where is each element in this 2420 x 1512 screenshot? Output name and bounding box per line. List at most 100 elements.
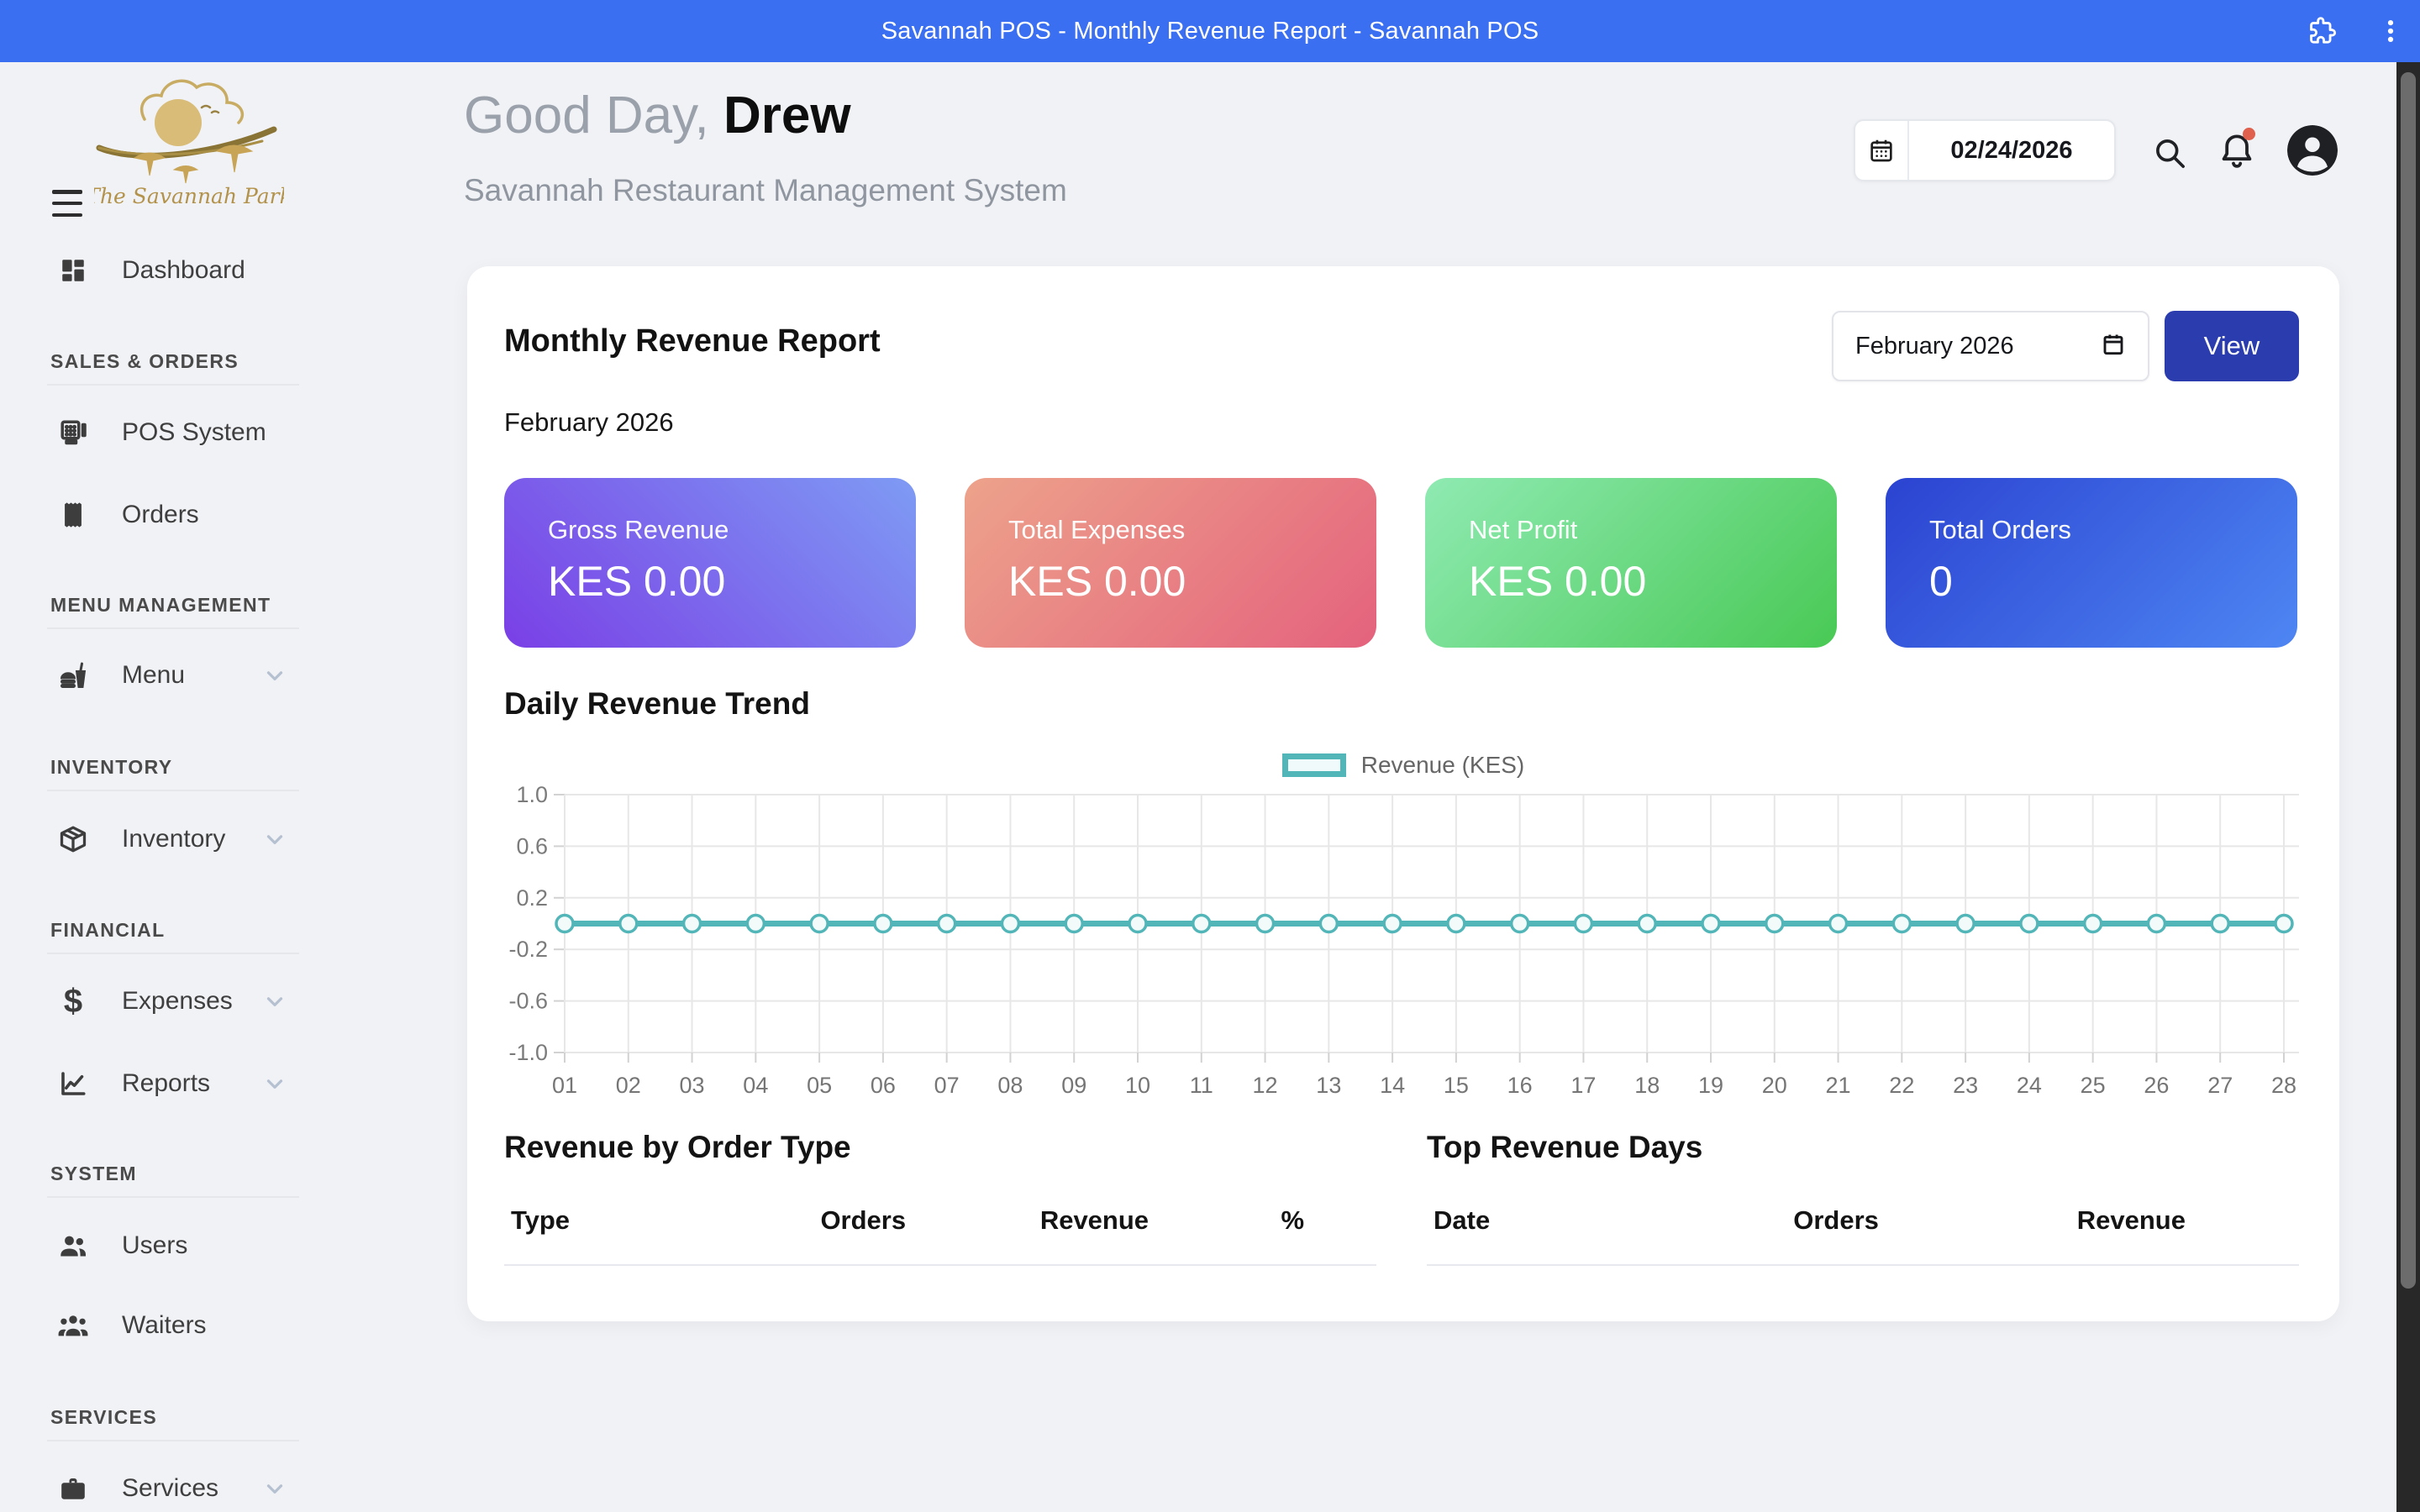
top-revenue-days-table: Top Revenue Days Date Orders Revenue — [1427, 1130, 2299, 1266]
stat-label: Net Profit — [1469, 515, 1793, 545]
svg-text:20: 20 — [1762, 1073, 1787, 1098]
col-header: Revenue — [973, 1205, 1215, 1236]
pos-terminal-icon — [57, 417, 89, 449]
group-icon — [57, 1310, 89, 1341]
sidebar-item-pos-system[interactable]: POS System — [0, 407, 370, 458]
svg-text:13: 13 — [1316, 1073, 1341, 1098]
svg-text:18: 18 — [1634, 1073, 1660, 1098]
sidebar-item-dashboard[interactable]: Dashboard — [0, 245, 370, 296]
scrollbar-thumb[interactable] — [2401, 72, 2416, 1289]
svg-text:01: 01 — [552, 1073, 577, 1098]
col-header: Date — [1434, 1205, 1702, 1236]
greeting: Good Day, Drew — [464, 86, 851, 145]
svg-text:0.2: 0.2 — [516, 885, 548, 911]
window-title: Savannah POS - Monthly Revenue Report - … — [881, 18, 1539, 45]
sidebar-item-label: Inventory — [122, 825, 225, 853]
sidebar-item-waiters[interactable]: Waiters — [0, 1300, 370, 1351]
stat-card-net-profit: Net Profit KES 0.00 — [1425, 478, 1837, 648]
chevron-down-icon — [262, 827, 287, 852]
sidebar-item-label: Menu — [122, 661, 185, 690]
sidebar-section-system: SYSTEM — [50, 1163, 137, 1185]
sidebar-item-label: Waiters — [122, 1311, 207, 1340]
notification-dot — [2243, 128, 2255, 140]
fastfood-icon — [57, 659, 89, 691]
svg-text:09: 09 — [1061, 1073, 1086, 1098]
sidebar-section-services: SERVICES — [50, 1406, 157, 1429]
svg-text:03: 03 — [680, 1073, 705, 1098]
col-header: Revenue — [1970, 1205, 2292, 1236]
col-header: % — [1216, 1205, 1370, 1236]
col-header: Orders — [753, 1205, 973, 1236]
sidebar-item-reports[interactable]: Reports — [0, 1058, 370, 1109]
sidebar-item-services[interactable]: Services — [0, 1463, 370, 1512]
month-input[interactable]: February 2026 — [1832, 311, 2149, 381]
table-header-row: Type Orders Revenue % — [504, 1205, 1376, 1266]
sidebar-item-users[interactable]: Users — [0, 1221, 370, 1271]
notifications-bell-icon[interactable] — [2217, 131, 2257, 171]
browser-menu-icon[interactable] — [2375, 15, 2407, 47]
table-title: Top Revenue Days — [1427, 1130, 2299, 1165]
savannah-park-logo: The Savannah Park — [94, 71, 284, 215]
monthly-revenue-report-card: Monthly Revenue Report February 2026 Vie… — [467, 266, 2339, 1321]
app-subtitle: Savannah Restaurant Management System — [464, 173, 1067, 208]
svg-text:12: 12 — [1253, 1073, 1278, 1098]
user-avatar[interactable] — [2287, 125, 2338, 176]
extensions-icon[interactable] — [2306, 15, 2338, 47]
stat-value: KES 0.00 — [548, 557, 872, 606]
svg-text:10: 10 — [1125, 1073, 1150, 1098]
sidebar-item-label: Reports — [122, 1069, 210, 1098]
stat-label: Total Expenses — [1008, 515, 1333, 545]
daily-revenue-trend-chart: 1.00.60.2-0.2-0.6-1.00102030405060708091… — [467, 770, 2339, 1123]
svg-text:15: 15 — [1444, 1073, 1469, 1098]
stat-card-gross-revenue: Gross Revenue KES 0.00 — [504, 478, 916, 648]
sidebar-item-label: Orders — [122, 501, 199, 529]
chevron-down-icon — [262, 1476, 287, 1501]
view-button[interactable]: View — [2165, 311, 2299, 381]
stat-cards: Gross Revenue KES 0.00 Total Expenses KE… — [504, 478, 2297, 648]
svg-text:27: 27 — [2207, 1073, 2233, 1098]
svg-text:17: 17 — [1570, 1073, 1596, 1098]
hamburger-menu-icon[interactable] — [52, 190, 84, 217]
svg-text:11: 11 — [1190, 1073, 1213, 1098]
divider — [47, 1440, 299, 1441]
stat-value: KES 0.00 — [1008, 557, 1333, 606]
sidebar-item-inventory[interactable]: Inventory — [0, 814, 370, 864]
header-date-value: 02/24/2026 — [1909, 137, 2114, 165]
stat-label: Total Orders — [1929, 515, 2254, 545]
calendar-icon — [1855, 121, 1909, 180]
stat-value: KES 0.00 — [1469, 557, 1793, 606]
svg-text:-1.0: -1.0 — [508, 1040, 548, 1065]
sidebar-section-menu-management: MENU MANAGEMENT — [50, 594, 271, 617]
report-title: Monthly Revenue Report — [504, 323, 881, 360]
logo-text: The Savannah Park — [94, 184, 284, 208]
people-icon — [57, 1230, 89, 1262]
dashboard-icon — [57, 255, 89, 286]
svg-text:23: 23 — [1953, 1073, 1978, 1098]
col-header: Orders — [1702, 1205, 1970, 1236]
divider — [47, 790, 299, 791]
sidebar-item-orders[interactable]: Orders — [0, 490, 370, 540]
search-icon[interactable] — [2151, 134, 2188, 171]
package-box-icon — [57, 823, 89, 855]
sidebar-section-inventory: INVENTORY — [50, 756, 173, 779]
svg-text:0.6: 0.6 — [516, 833, 548, 858]
revenue-by-order-type-table: Revenue by Order Type Type Orders Revenu… — [504, 1130, 1376, 1266]
svg-text:19: 19 — [1698, 1073, 1723, 1098]
sidebar-section-financial: FINANCIAL — [50, 919, 166, 942]
svg-text:08: 08 — [997, 1073, 1023, 1098]
dollar-icon: $ — [57, 985, 89, 1017]
header-date-picker[interactable]: 02/24/2026 — [1854, 119, 2116, 181]
chevron-down-icon — [262, 989, 287, 1014]
stat-card-total-orders: Total Orders 0 — [1886, 478, 2297, 648]
receipt-icon — [57, 499, 89, 531]
sidebar-item-expenses[interactable]: $ Expenses — [0, 976, 370, 1026]
svg-text:06: 06 — [871, 1073, 896, 1098]
divider — [47, 953, 299, 954]
scrollbar-track[interactable] — [2396, 62, 2420, 1512]
svg-text:07: 07 — [934, 1073, 960, 1098]
svg-text:24: 24 — [2017, 1073, 2042, 1098]
divider — [47, 1196, 299, 1198]
sidebar-item-menu[interactable]: Menu — [0, 650, 370, 701]
chart-title: Daily Revenue Trend — [504, 686, 810, 722]
svg-text:05: 05 — [807, 1073, 832, 1098]
